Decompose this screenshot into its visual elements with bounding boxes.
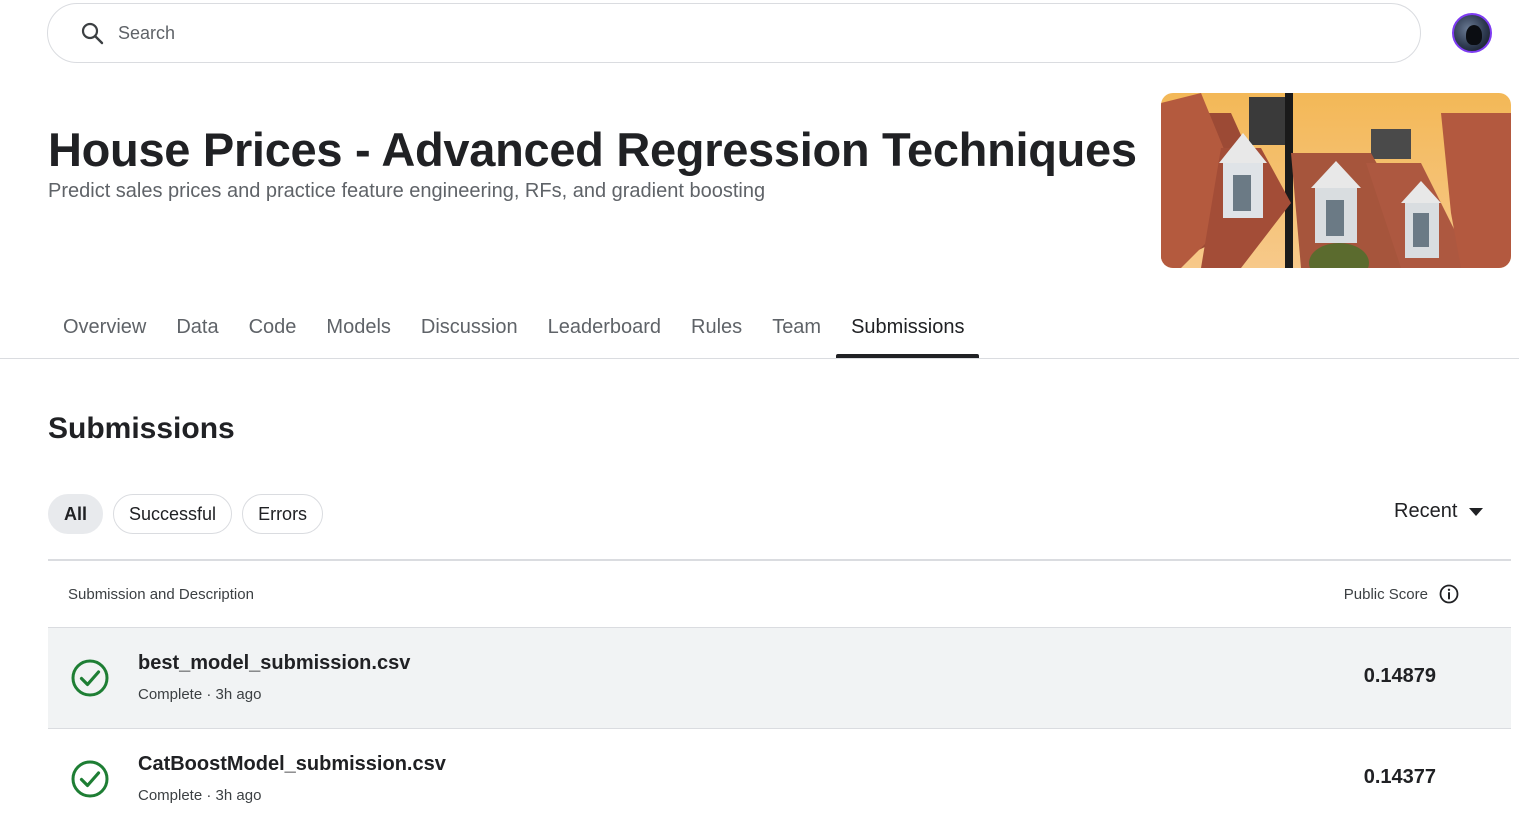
tab-submissions[interactable]: Submissions [836,300,980,358]
column-header-score: Public Score [1344,584,1459,604]
competition-banner-image [1161,93,1511,268]
sort-label: Recent [1394,500,1458,522]
tab-data[interactable]: Data [161,300,233,358]
sort-dropdown[interactable]: Recent [1394,500,1484,523]
tabs-divider [0,358,1519,359]
table-header: Submission and Description Public Score [48,561,1511,628]
competition-tabs: Overview Data Code Models Discussion Lea… [48,300,980,358]
tab-overview[interactable]: Overview [48,300,161,358]
tab-leaderboard[interactable]: Leaderboard [533,300,676,358]
tab-team[interactable]: Team [757,300,836,358]
submission-name[interactable]: best_model_submission.csv [138,652,410,675]
caret-down-icon [1469,507,1484,516]
page-title: House Prices - Advanced Regression Techn… [48,123,1137,176]
submissions-table: Submission and Description Public Score … [48,559,1511,819]
table-row[interactable]: CatBoostModel_submission.csv Complete · … [48,729,1511,819]
tab-models[interactable]: Models [311,300,405,358]
search-bar[interactable] [47,3,1421,63]
search-input[interactable] [118,22,1318,44]
public-score: 0.14879 [1363,665,1436,687]
tab-code[interactable]: Code [234,300,312,358]
tab-discussion[interactable]: Discussion [406,300,533,358]
submission-status: Complete · 3h ago [138,787,262,804]
page-subtitle: Predict sales prices and practice featur… [48,180,766,202]
section-title: Submissions [48,412,235,445]
avatar[interactable] [1452,13,1492,53]
check-circle-icon [71,760,109,798]
tab-rules[interactable]: Rules [676,300,757,358]
table-row[interactable]: best_model_submission.csv Complete · 3h … [48,628,1511,729]
check-circle-icon [71,659,109,697]
column-header-submission: Submission and Description [68,585,254,603]
filter-chips: All Successful Errors [48,494,324,534]
filter-all-chip[interactable]: All [48,494,104,534]
search-icon [81,22,104,45]
submission-status: Complete · 3h ago [138,686,262,703]
page: House Prices - Advanced Regression Techn… [0,0,1519,819]
submission-name[interactable]: CatBoostModel_submission.csv [138,753,446,776]
filter-errors-chip[interactable]: Errors [242,494,324,534]
info-icon[interactable] [1439,584,1459,604]
filter-successful-chip[interactable]: Successful [113,494,233,534]
public-score: 0.14377 [1363,766,1436,788]
